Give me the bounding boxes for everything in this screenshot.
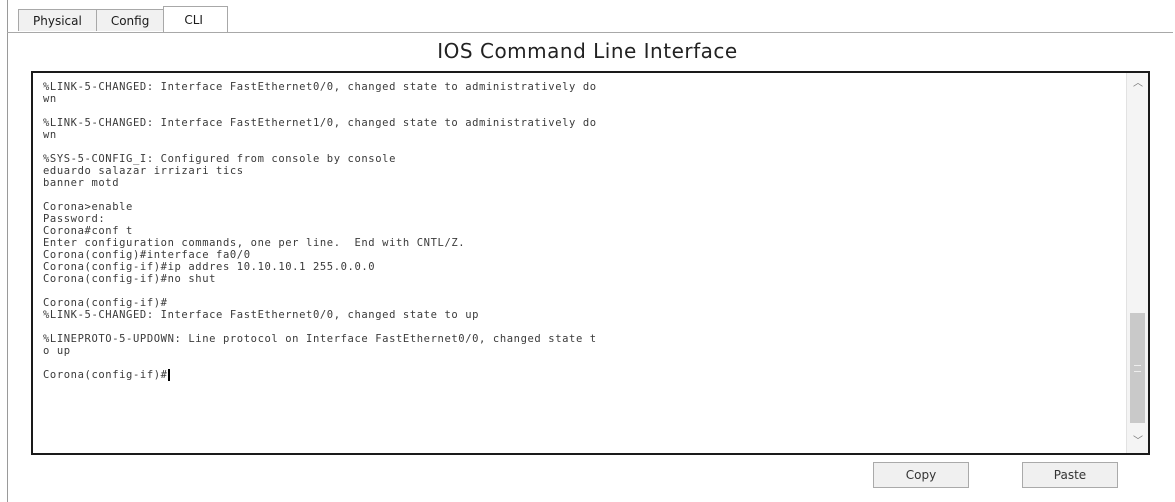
tab-config[interactable]: Config: [95, 9, 165, 31]
console-line: %SYS-5-CONFIG_I: Configured from console…: [43, 153, 396, 165]
console-scrollbar[interactable]: ︿ ﹀: [1126, 73, 1148, 453]
console-line: Corona(config-if)#: [43, 369, 170, 381]
console-line: Corona(config-if)#no shut: [43, 273, 217, 285]
cli-console[interactable]: %LINK-5-CHANGED: Interface FastEthernet0…: [31, 71, 1150, 455]
scrollbar-thumb[interactable]: [1130, 313, 1145, 423]
console-line: wn: [43, 129, 57, 141]
chevron-up-icon[interactable]: ︿: [1127, 75, 1149, 93]
chevron-down-icon[interactable]: ﹀: [1127, 433, 1149, 451]
console-line: %LINEPROTO-5-UPDOWN: Line protocol on In…: [43, 333, 597, 345]
copy-button[interactable]: Copy: [873, 462, 969, 488]
console-line: Password:: [43, 213, 106, 225]
console-line: Corona(config-if)#ip addres 10.10.10.1 2…: [43, 261, 376, 273]
console-line: Enter configuration commands, one per li…: [43, 237, 466, 249]
tab-cli[interactable]: CLI: [163, 6, 228, 32]
panel-title: IOS Command Line Interface: [437, 39, 738, 63]
console-line: %LINK-5-CHANGED: Interface FastEthernet0…: [43, 81, 597, 93]
console-line: wn: [43, 93, 57, 105]
console-line: banner motd: [43, 177, 120, 189]
console-line: eduardo salazar irrizari tics: [43, 165, 244, 177]
text-cursor: [167, 369, 170, 381]
tab-bar: Physical Config CLI: [18, 6, 228, 32]
console-line: o up: [43, 345, 71, 357]
tab-divider: [7, 32, 1173, 33]
console-line: %LINK-5-CHANGED: Interface FastEthernet0…: [43, 309, 480, 321]
scrollbar-grip: [1134, 365, 1141, 372]
console-line: Corona(config-if)#: [43, 297, 168, 309]
console-line: %LINK-5-CHANGED: Interface FastEthernet1…: [43, 117, 597, 129]
console-line: Corona(config)#interface fa0/0: [43, 249, 251, 261]
tab-physical[interactable]: Physical: [18, 9, 97, 31]
console-line: Corona#conf t: [43, 225, 133, 237]
paste-button[interactable]: Paste: [1022, 462, 1118, 488]
console-output[interactable]: %LINK-5-CHANGED: Interface FastEthernet0…: [43, 81, 1118, 449]
console-line: Corona>enable: [43, 201, 133, 213]
